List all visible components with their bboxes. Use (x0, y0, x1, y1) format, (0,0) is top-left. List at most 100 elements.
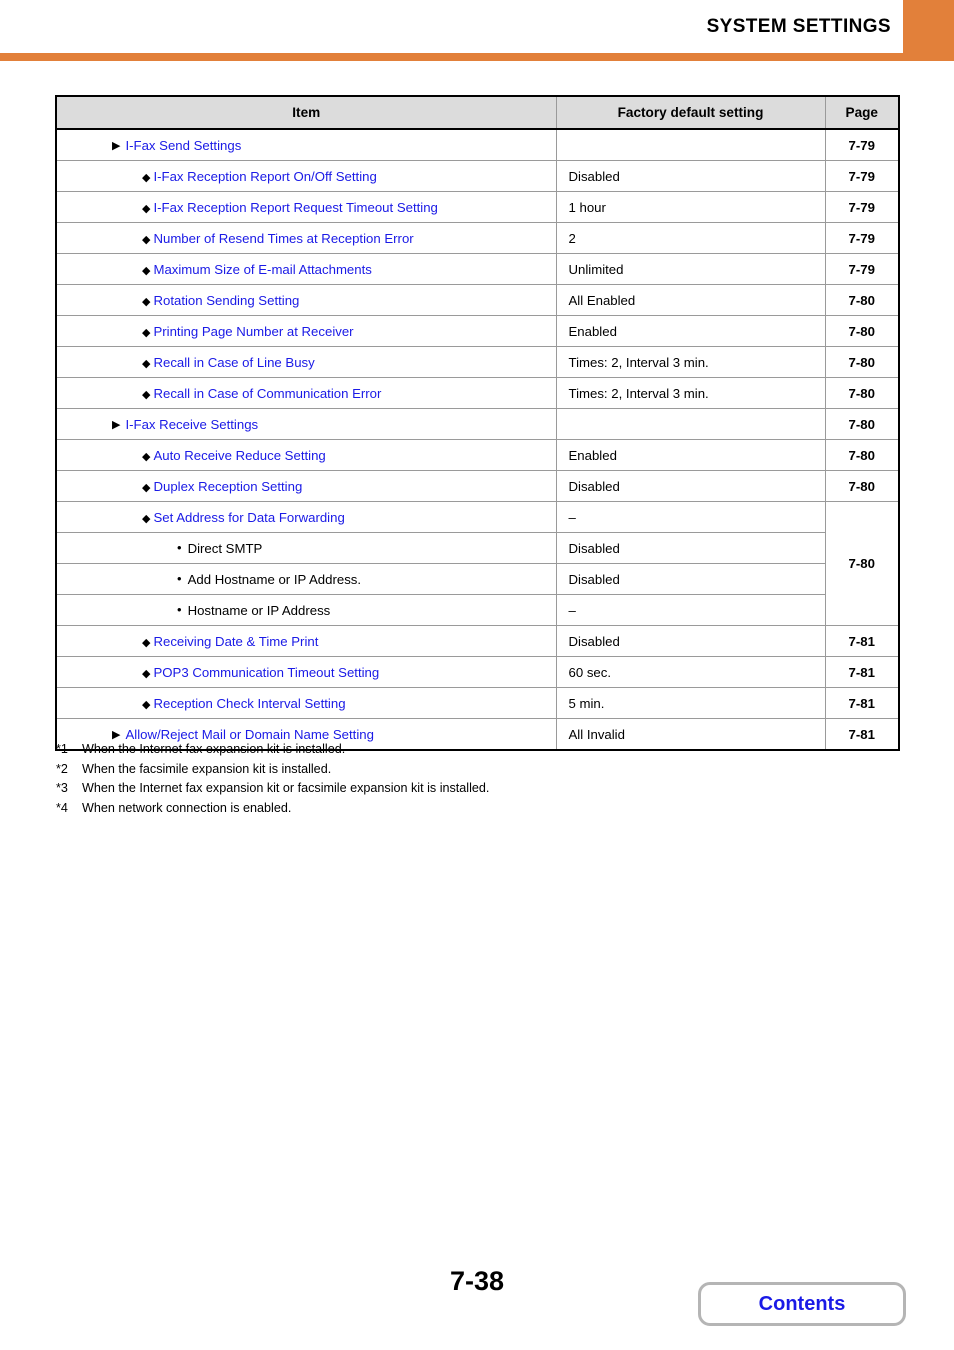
row-page-link[interactable]: 7-80 (824, 315, 900, 347)
row-item-cell[interactable]: ▶ I-Fax Send Settings (55, 128, 557, 161)
diamond-icon: ◆ (142, 295, 151, 308)
row-item-label: Number of Resend Times at Reception Erro… (153, 230, 414, 246)
row-default-value: 1 hour (555, 191, 826, 223)
row-page-link[interactable]: 7-79 (824, 253, 900, 285)
table-row: ◆ Reception Check Interval Setting 5 min. 7… (55, 687, 900, 719)
row-item-cell[interactable]: ◆ POP3 Communication Timeout Setting (55, 656, 557, 688)
footnote-mark: *3 (56, 781, 68, 796)
column-header-page: Page (824, 95, 900, 130)
table-row: ◆ Auto Receive Reduce Setting Enabled 7-80 (55, 439, 900, 471)
row-item-cell[interactable]: ◆ I-Fax Reception Report On/Off Setting (55, 160, 557, 192)
row-item-label: I-Fax Send Settings (125, 137, 242, 153)
row-item-cell[interactable]: ◆ Number of Resend Times at Reception Err… (55, 222, 557, 254)
row-item-cell[interactable]: ◆ Duplex Reception Setting (55, 470, 557, 502)
footnote-line: *2 When the facsimile expansion kit is in… (56, 760, 756, 780)
header-accent-block (903, 0, 954, 53)
row-item-cell[interactable]: ◆ Recall in Case of Communication Error (55, 377, 557, 409)
row-default-value: All Enabled (555, 284, 826, 316)
row-default-value (555, 128, 826, 161)
row-default-value: Disabled (555, 160, 826, 192)
table-row: ◆ Duplex Reception Setting Disabled 7-80 (55, 470, 900, 502)
footnote-mark: *4 (56, 800, 68, 815)
diamond-icon: ◆ (142, 264, 151, 277)
footnote-text: When the Internet fax expansion kit is i… (82, 742, 346, 756)
row-item-label: Maximum Size of E-mail Attachments (153, 261, 372, 277)
row-page-link[interactable]: 7-80 (824, 408, 900, 440)
row-item-cell[interactable]: ▶ I-Fax Receive Settings (55, 408, 557, 440)
diamond-icon: ◆ (142, 202, 151, 215)
table-row: ◆ Maximum Size of E-mail Attachments Unlim… (55, 253, 900, 285)
diamond-icon: ◆ (142, 481, 151, 494)
table-row: ◆ I-Fax Reception Report Request Timeout … (55, 191, 900, 223)
settings-table: Item Factory default setting Page ▶ I-Fax… (55, 95, 900, 751)
diamond-icon: ◆ (142, 357, 151, 370)
row-item-label: Reception Check Interval Setting (153, 695, 346, 711)
table-row: ◆ Number of Resend Times at Reception Err… (55, 222, 900, 254)
row-item-label: Duplex Reception Setting (153, 478, 303, 494)
row-item-label: Recall in Case of Communication Error (153, 385, 382, 401)
row-default-value: Disabled (555, 563, 826, 595)
dot-icon: • (177, 540, 182, 555)
table-row: ◆ POP3 Communication Timeout Setting 60 se… (55, 656, 900, 688)
footnote-text: When the Internet fax expansion kit or f… (82, 781, 490, 796)
row-item-cell[interactable]: ◆ Printing Page Number at Receiver (55, 315, 557, 347)
row-item-cell[interactable]: ◆ Receiving Date & Time Print (55, 625, 557, 657)
row-item-label: Recall in Case of Line Busy (153, 354, 315, 370)
diamond-icon: ◆ (142, 450, 151, 463)
contents-button[interactable]: Contents (698, 1282, 906, 1326)
row-item-cell: • Hostname or IP Address (55, 594, 557, 626)
row-default-value: Enabled (555, 439, 826, 471)
row-page-link[interactable]: 7-81 (824, 687, 900, 719)
table-row: ◆ Printing Page Number at Receiver Enabled… (55, 315, 900, 347)
contents-button-label: Contents (758, 1292, 846, 1315)
row-default-value: – (555, 594, 826, 626)
row-default-value (555, 408, 826, 440)
row-page-link[interactable]: 7-80 (824, 377, 900, 409)
row-item-cell[interactable]: ◆ Rotation Sending Setting (55, 284, 557, 316)
row-item-label: Set Address for Data Forwarding (153, 509, 345, 525)
diamond-icon: ◆ (142, 698, 151, 711)
row-page-link[interactable]: 7-80 (824, 346, 900, 378)
table-row: ◆ Set Address for Data Forwarding –7-80 (55, 501, 900, 626)
row-default-value: Enabled (555, 315, 826, 347)
row-default-value: 60 sec. (555, 656, 826, 688)
table-row: ◆ Receiving Date & Time Print Disabled 7-81 (55, 625, 900, 657)
row-page-link[interactable]: 7-79 (824, 222, 900, 254)
row-default-value: Times: 2, Interval 3 min. (555, 346, 826, 378)
row-item-cell[interactable]: ◆ I-Fax Reception Report Request Timeout … (55, 191, 557, 223)
row-page-link[interactable]: 7-80 (824, 501, 900, 626)
diamond-icon: ◆ (142, 388, 151, 401)
table-row: • Hostname or IP Address – (55, 594, 899, 626)
row-page-link[interactable]: 7-81 (824, 656, 900, 688)
diamond-icon: ◆ (142, 512, 151, 525)
row-item-cell[interactable]: ◆ Maximum Size of E-mail Attachments (55, 253, 557, 285)
triangle-right-icon: ▶ (112, 728, 121, 741)
row-default-value: Times: 2, Interval 3 min. (555, 377, 826, 409)
footnote-line: *3 When the Internet fax expansion kit or… (56, 779, 756, 799)
row-page-link[interactable]: 7-80 (824, 439, 900, 471)
row-item-label: Printing Page Number at Receiver (153, 323, 354, 339)
table-row: • Direct SMTP Disabled (55, 532, 899, 564)
row-item-label: Rotation Sending Setting (153, 292, 300, 308)
row-page-link[interactable]: 7-79 (824, 191, 900, 223)
row-item-cell[interactable]: ◆ Recall in Case of Line Busy (55, 346, 557, 378)
row-item-cell[interactable]: ◆ Reception Check Interval Setting (55, 687, 557, 719)
row-item-label: Auto Receive Reduce Setting (153, 447, 326, 463)
row-page-link[interactable]: 7-79 (824, 160, 900, 192)
row-item-label: Hostname or IP Address (187, 603, 331, 618)
row-page-link[interactable]: 7-80 (824, 470, 900, 502)
row-item-cell[interactable]: ◆ Set Address for Data Forwarding (55, 501, 557, 533)
table-row: ◆ Rotation Sending Setting All Enabled 7-80 (55, 284, 900, 316)
row-page-link[interactable]: 7-79 (824, 128, 900, 161)
row-item-cell: • Direct SMTP (55, 532, 557, 564)
row-default-value: Unlimited (555, 253, 826, 285)
row-page-link[interactable]: 7-80 (824, 284, 900, 316)
row-item-cell[interactable]: ◆ Auto Receive Reduce Setting (55, 439, 557, 471)
footnote-line: *1 When the Internet fax expansion kit is… (56, 740, 756, 760)
row-page-link[interactable]: 7-81 (824, 625, 900, 657)
table-row: ◆ I-Fax Reception Report On/Off Setting Di… (55, 160, 900, 192)
page-title: SYSTEM SETTINGS (706, 16, 891, 37)
row-page-link[interactable]: 7-81 (824, 718, 900, 751)
row-item-label: POP3 Communication Timeout Setting (153, 664, 380, 680)
footnotes: *1 When the Internet fax expansion kit is… (56, 740, 756, 818)
